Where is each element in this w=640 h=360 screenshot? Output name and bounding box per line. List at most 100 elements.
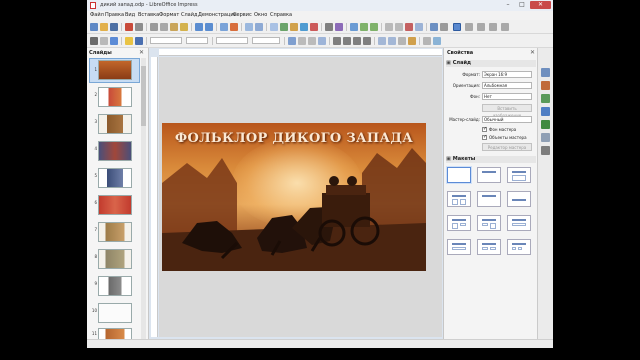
menu-format[interactable]: Формат [159, 12, 179, 18]
slide-transition-deck-icon[interactable] [541, 81, 550, 90]
edit-master-button[interactable]: Редактор мастера [482, 143, 532, 151]
format-dropdown[interactable]: Экран 16:9 [482, 71, 532, 78]
styles-deck-icon[interactable] [541, 120, 550, 129]
ungroup-icon[interactable] [388, 37, 396, 45]
orientation-dropdown[interactable]: Альбомная [482, 82, 532, 89]
vertical-ruler[interactable] [151, 57, 158, 337]
current-slide[interactable]: ФОЛЬКЛОР ДИКОГО ЗАПАДА [162, 123, 426, 271]
minimize-button[interactable]: – [501, 1, 515, 9]
paste-icon[interactable] [170, 23, 178, 31]
duplicate-slide-icon[interactable] [395, 23, 403, 31]
menu-edit[interactable]: Правка [105, 12, 124, 18]
menu-help[interactable]: Справка [270, 12, 292, 18]
line-style-dropdown[interactable] [150, 37, 182, 44]
chart-icon[interactable] [300, 23, 308, 31]
line-width-dropdown[interactable] [186, 37, 208, 44]
menu-slide[interactable]: Слайд [181, 12, 197, 18]
crop-icon[interactable] [423, 37, 431, 45]
layout-six-content[interactable] [507, 239, 531, 255]
rotate-icon[interactable] [333, 37, 341, 45]
layout-two-content-content[interactable] [447, 215, 471, 231]
navigator-deck-icon[interactable] [541, 146, 550, 155]
menu-insert[interactable]: Вставка [138, 12, 159, 18]
display-grid-icon[interactable] [245, 23, 253, 31]
master-slide-dropdown[interactable]: Обычный [482, 116, 532, 123]
master-slides-deck-icon[interactable] [541, 107, 550, 116]
view-outline-icon[interactable] [465, 23, 473, 31]
background-dropdown[interactable]: Нет [482, 93, 532, 100]
maximize-button[interactable]: □ [515, 1, 529, 9]
slide-canvas[interactable]: ФОЛЬКЛОР ДИКОГО ЗАПАДА [159, 57, 514, 348]
slide-thumbnail-5[interactable] [98, 168, 132, 188]
new-slide-icon[interactable] [385, 23, 393, 31]
slides-pane-close-icon[interactable]: ✕ [139, 49, 144, 56]
menu-file[interactable]: Файл [90, 12, 104, 18]
align-icon[interactable] [353, 37, 361, 45]
start-show-icon[interactable] [360, 23, 368, 31]
insert-image-button[interactable]: Вставить изображение [482, 104, 532, 118]
slide-thumbnail-8[interactable] [98, 249, 132, 269]
start-current-icon[interactable] [370, 23, 378, 31]
menu-view[interactable]: Вид [125, 12, 135, 18]
slide-thumbnail-2[interactable] [98, 87, 132, 107]
rectangle-icon[interactable] [298, 37, 306, 45]
image-icon[interactable] [280, 23, 288, 31]
clone-formatting-icon[interactable] [180, 23, 188, 31]
area-style-dropdown[interactable] [216, 37, 248, 44]
menu-window[interactable]: Окно [254, 12, 267, 18]
cut-icon[interactable] [150, 23, 158, 31]
points-icon[interactable] [398, 37, 406, 45]
line-color-icon[interactable] [135, 37, 143, 45]
slide-thumbnail-3[interactable] [98, 114, 132, 134]
fill-color-icon[interactable] [125, 37, 133, 45]
view-sorter-icon[interactable] [489, 23, 497, 31]
table-icon[interactable] [270, 23, 278, 31]
master-background-checkbox[interactable] [482, 126, 487, 132]
view-handout-icon[interactable] [501, 23, 509, 31]
view-notes-icon[interactable] [477, 23, 485, 31]
layout-content-over-content[interactable] [447, 239, 471, 255]
menu-tools[interactable]: Сервис [233, 12, 252, 18]
slide-title[interactable]: ФОЛЬКЛОР ДИКОГО ЗАПАДА [162, 131, 426, 146]
layout-title-two-content[interactable] [447, 191, 471, 207]
select-icon[interactable] [90, 37, 98, 45]
master-objects-checkbox[interactable] [482, 134, 487, 140]
slide-thumbnail-10[interactable] [98, 303, 132, 323]
layouts-section-header[interactable]: ▣ Макеты [446, 156, 536, 163]
arrange-icon[interactable] [363, 37, 371, 45]
scrollbar-thumb[interactable] [141, 66, 146, 126]
layout-title-slide[interactable] [477, 167, 501, 183]
flip-icon[interactable] [343, 37, 351, 45]
open-icon[interactable] [100, 23, 108, 31]
glue-points-icon[interactable] [408, 37, 416, 45]
find-replace-icon[interactable] [220, 23, 228, 31]
layout-four-content[interactable] [477, 239, 501, 255]
helplines-icon[interactable] [255, 23, 263, 31]
slide-layout-icon[interactable] [415, 23, 423, 31]
slide-thumbnail-9[interactable] [98, 276, 132, 296]
fontwork-icon[interactable] [335, 23, 343, 31]
slide-thumbnail-6[interactable] [98, 195, 132, 215]
horizontal-ruler[interactable] [159, 49, 442, 56]
layout-content-two-content[interactable] [477, 215, 501, 231]
slide-section-header[interactable]: ▣ Слайд [446, 60, 536, 67]
copy-icon[interactable] [160, 23, 168, 31]
layout-centered-text[interactable] [507, 191, 531, 207]
layout-blank[interactable] [447, 167, 471, 183]
group-icon[interactable] [378, 37, 386, 45]
close-button[interactable]: ✕ [530, 1, 551, 9]
filter-icon[interactable] [433, 37, 441, 45]
textbox-icon[interactable] [310, 23, 318, 31]
save-icon[interactable] [110, 23, 118, 31]
special-char-icon[interactable] [325, 23, 333, 31]
slide-thumbnail-1[interactable] [98, 60, 132, 80]
area-fill-dropdown[interactable] [252, 37, 280, 44]
undo-icon[interactable] [195, 23, 203, 31]
new-icon[interactable] [90, 23, 98, 31]
sidebar-toggle-icon[interactable] [430, 23, 438, 31]
master-slide-icon[interactable] [440, 23, 448, 31]
slide-thumbnail-7[interactable] [98, 222, 132, 242]
shadow-icon[interactable] [318, 37, 326, 45]
redo-icon[interactable] [205, 23, 213, 31]
print-icon[interactable] [135, 23, 143, 31]
